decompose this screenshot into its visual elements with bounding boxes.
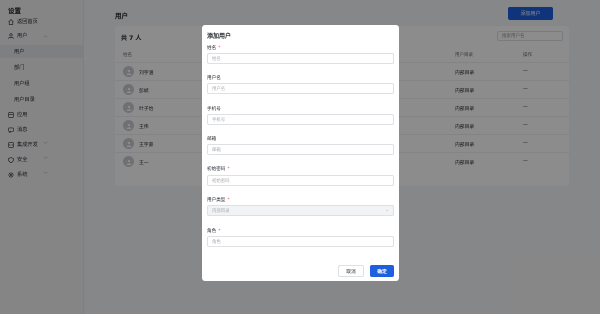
field-label-user-type: 用户类型 * [207, 198, 230, 203]
name-input[interactable]: 姓名 [207, 53, 394, 64]
email-input[interactable]: 邮箱 [207, 144, 394, 155]
field-label-initial-password: 初始密码 * [207, 167, 230, 172]
field-label-role: 角色 * [207, 229, 221, 234]
username-input[interactable]: 用户名 [207, 83, 394, 94]
user-type-select[interactable]: 内部目录 ⌄ [207, 205, 394, 216]
field-label-email: 邮箱 [207, 137, 217, 142]
field-label-username: 用户名 [207, 76, 221, 81]
chevron-down-icon: ⌄ [385, 208, 389, 213]
confirm-button[interactable]: 确定 [370, 265, 394, 277]
field-label-name: 姓名 * [207, 46, 221, 51]
role-select[interactable]: 角色 [207, 236, 394, 247]
phone-input[interactable]: 手机号 [207, 114, 394, 125]
field-label-phone: 手机号 [207, 107, 221, 112]
add-user-dialog: 添加用户 姓名 * 姓名 用户名 用户名 手机号 手机号 邮箱 邮箱 初始密码 * … [202, 25, 399, 281]
cancel-button[interactable]: 取消 [338, 265, 364, 277]
initial-password-input[interactable]: 初始密码 [207, 175, 394, 186]
dialog-title: 添加用户 [207, 33, 232, 40]
